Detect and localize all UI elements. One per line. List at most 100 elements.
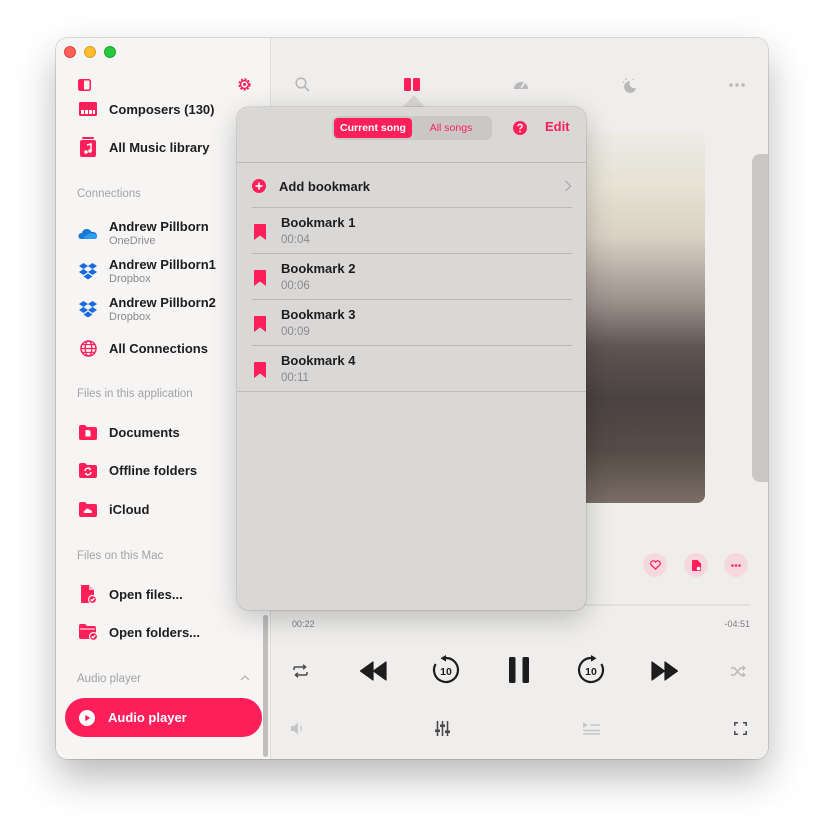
sidebar-item-label: Andrew Pillborn2 (109, 295, 216, 310)
file-icon (691, 559, 701, 571)
sidebar-item-label: Andrew Pillborn1 (109, 257, 216, 272)
sleep-timer-moon-icon[interactable] (620, 76, 637, 93)
sidebar-item-all-music-library[interactable]: All Music library (78, 135, 209, 159)
sidebar-item-sublabel: Dropbox (109, 273, 151, 285)
sidebar-item-label: Audio player (108, 710, 187, 725)
bookmark-title: Bookmark 3 (281, 307, 356, 322)
settings-gear-icon[interactable] (236, 76, 253, 93)
expand-icon (733, 721, 747, 735)
favorite-button[interactable] (643, 553, 667, 577)
skip-forward-10-icon: 10 (577, 655, 605, 684)
sidebar-item-label: Documents (109, 424, 180, 440)
previous-track-button[interactable] (358, 656, 388, 686)
chevron-right-icon (565, 180, 572, 192)
bookmark-title: Bookmark 2 (281, 261, 356, 276)
equalizer-sliders-icon (434, 720, 450, 736)
track-more-button[interactable] (724, 553, 748, 577)
more-options-icon[interactable] (728, 76, 745, 93)
sidebar-item-label: Open folders... (109, 624, 201, 640)
bookmarks-book-icon[interactable] (403, 76, 420, 93)
pause-icon (509, 657, 529, 683)
forward-icon (650, 661, 678, 681)
svg-text:10: 10 (585, 666, 597, 678)
bookmark-time: 00:06 (281, 280, 310, 292)
album-artwork (570, 133, 705, 503)
shuffle-button[interactable] (728, 661, 748, 681)
bookmark-time: 00:09 (281, 326, 310, 338)
window-controls (64, 46, 116, 58)
shuffle-icon (730, 664, 746, 678)
bookmark-item-1[interactable]: Bookmark 1 00:04 (252, 208, 572, 254)
elapsed-time: 00:22 (292, 619, 315, 629)
queue-button[interactable] (579, 718, 603, 738)
chevron-up-icon[interactable] (240, 673, 250, 683)
sidebar-item-all-connections[interactable]: All Connections (78, 336, 208, 360)
piano-icon (78, 99, 98, 119)
plus-circle-icon (252, 179, 266, 193)
bookmark-title: Bookmark 1 (281, 215, 356, 230)
sidebar-item-open-folders[interactable]: Open folders... (78, 620, 200, 644)
skip-forward-10-button[interactable]: 10 (575, 654, 607, 686)
fullscreen-button[interactable] (730, 718, 750, 738)
divider (237, 391, 586, 392)
bookmark-icon (254, 316, 266, 332)
search-icon[interactable] (294, 76, 311, 93)
sidebar-item-offline-folders[interactable]: Offline folders (78, 458, 197, 482)
sidebar-item-onedrive-account[interactable]: Andrew Pillborn OneDrive (78, 219, 209, 247)
sidebar-item-sublabel: OneDrive (109, 235, 156, 247)
speedometer-icon[interactable] (512, 76, 529, 93)
open-folder-icon (78, 622, 98, 642)
bookmark-time: 00:04 (281, 234, 310, 246)
minimize-window-button[interactable] (84, 46, 96, 58)
folder-sync-icon (78, 460, 98, 480)
sidebar-item-dropbox-account-1[interactable]: Andrew Pillborn1 Dropbox (78, 257, 216, 285)
segment-current-song[interactable]: Current song (334, 118, 412, 138)
repeat-icon (292, 664, 308, 678)
playlist-queue-icon (582, 721, 600, 735)
next-track-button[interactable] (649, 656, 679, 686)
bookmark-item-4[interactable]: Bookmark 4 00:11 (252, 346, 572, 392)
sidebar-scrollbar[interactable] (263, 615, 268, 757)
sidebar-toggle-icon[interactable] (78, 79, 91, 91)
folder-icloud-icon (78, 499, 98, 519)
backward-icon (359, 661, 387, 681)
onedrive-icon (78, 223, 98, 243)
sidebar-item-open-files[interactable]: Open files... (78, 582, 183, 606)
sidebar-item-documents[interactable]: Documents (78, 420, 180, 444)
zoom-window-button[interactable] (104, 46, 116, 58)
sidebar-item-icloud[interactable]: iCloud (78, 497, 149, 521)
sidebar-item-label: iCloud (109, 501, 150, 517)
sidebar-item-sublabel: Dropbox (109, 311, 151, 323)
bookmark-item-2[interactable]: Bookmark 2 00:06 (252, 254, 572, 300)
section-header-files-app: Files in this application (77, 388, 193, 400)
sidebar-item-composers[interactable]: Composers (130) (78, 97, 214, 121)
svg-text:10: 10 (440, 666, 452, 678)
volume-button[interactable] (288, 718, 308, 738)
bookmark-scope-segmented-control: Current song All songs (332, 116, 492, 140)
skip-back-10-button[interactable]: 10 (430, 654, 462, 686)
segment-all-songs[interactable]: All songs (412, 118, 490, 138)
add-to-playlist-button[interactable] (684, 553, 708, 577)
content-scrollbar[interactable] (752, 154, 768, 482)
pause-button[interactable] (506, 655, 532, 685)
skip-back-10-icon: 10 (432, 655, 460, 684)
sidebar-item-label: Andrew Pillborn (109, 219, 209, 234)
divider (237, 162, 586, 163)
equalizer-button[interactable] (432, 718, 452, 738)
bookmark-icon (254, 224, 266, 240)
speaker-icon (290, 722, 302, 734)
section-header-files-mac: Files on this Mac (77, 550, 164, 562)
sidebar-item-dropbox-account-2[interactable]: Andrew Pillborn2 Dropbox (78, 295, 216, 323)
bookmark-time: 00:11 (281, 372, 309, 384)
edit-bookmarks-button[interactable]: Edit (545, 119, 570, 134)
bookmark-icon (254, 270, 266, 286)
bookmark-icon (254, 362, 266, 378)
help-icon[interactable] (513, 121, 527, 135)
bookmark-item-3[interactable]: Bookmark 3 00:09 (252, 300, 572, 346)
close-window-button[interactable] (64, 46, 76, 58)
add-bookmark-row[interactable]: Add bookmark (252, 173, 572, 199)
dropbox-icon (78, 299, 98, 319)
sidebar-item-audio-player[interactable]: Audio player (65, 698, 262, 737)
add-bookmark-label: Add bookmark (279, 178, 371, 194)
repeat-button[interactable] (289, 660, 311, 682)
